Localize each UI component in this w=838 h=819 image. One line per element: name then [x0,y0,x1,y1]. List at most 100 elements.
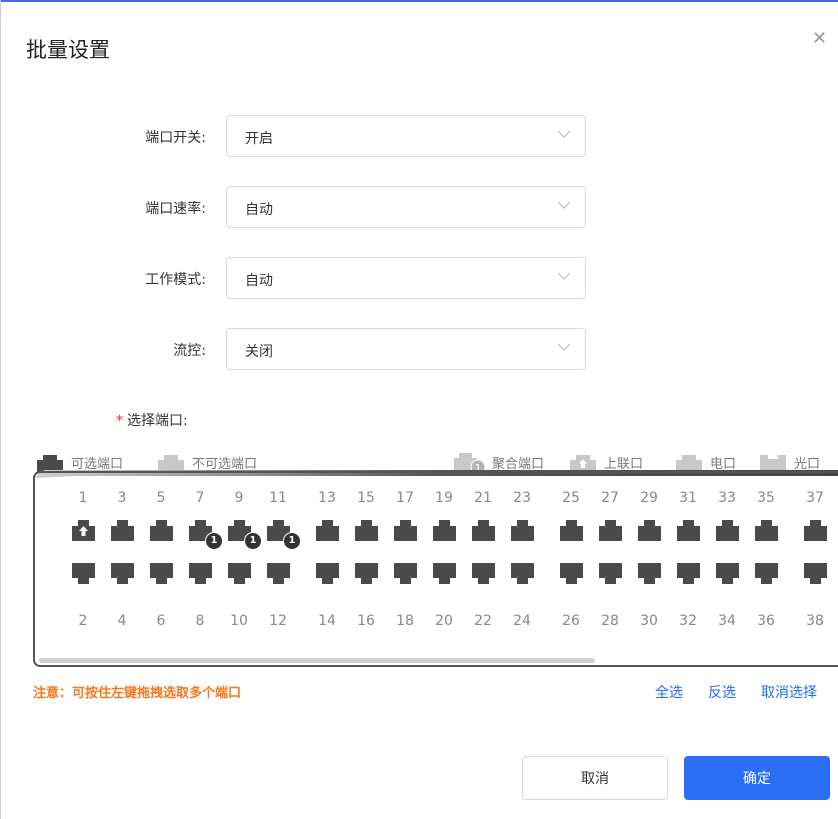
close-icon[interactable]: ✕ [812,30,827,48]
port-number-16: 16 [357,613,375,629]
port-number-8: 8 [195,613,205,629]
port-number-4: 4 [117,613,127,629]
port-number-5: 5 [156,490,166,506]
unselectable-port-icon [158,455,184,472]
switch-panel[interactable]: 1 3 5 7 1 9 1 11 1 13 15 17 19 21 23 25 27 29 31 33 35 37 2 4 6 8… [33,470,838,670]
port-number-27: 27 [601,490,619,506]
port-36[interactable] [755,563,778,586]
optical-port-icon [760,455,786,472]
port-switch-label: 端口开关: [145,130,206,146]
port-number-30: 30 [640,613,658,629]
port-number-38: 38 [806,613,824,629]
port-speed-select[interactable]: 自动 [226,186,586,228]
port-31[interactable] [677,518,700,541]
port-30[interactable] [638,563,661,586]
port-23[interactable] [511,518,534,541]
flow-control-select[interactable]: 关闭 [226,328,586,370]
form-row-flow-control: 流控: 关闭 [0,328,838,372]
port-22[interactable] [472,563,495,586]
chevron-down-icon [557,272,571,280]
port-number-15: 15 [357,490,375,506]
port-3[interactable] [111,518,134,541]
port-37[interactable] [804,518,827,541]
port-17[interactable] [394,518,417,541]
drag-hint: 注意：可按住左键拖拽选取多个端口 [33,686,242,701]
port-number-2: 2 [78,613,88,629]
port-number-28: 28 [601,613,619,629]
port-15[interactable] [355,518,378,541]
port-number-17: 17 [396,490,414,506]
port-19[interactable] [433,518,456,541]
port-number-37: 37 [806,490,824,506]
select-port-label: * 选择端口: [116,413,188,429]
port-number-9: 9 [234,490,244,506]
selectable-port-icon [37,455,63,472]
port-8[interactable] [189,563,212,586]
port-number-23: 23 [513,490,531,506]
confirm-button[interactable]: 确定 [684,756,830,800]
form-row-port-speed: 端口速率: 自动 [0,186,838,230]
select-all-link[interactable]: 全选 [655,682,683,702]
port-number-13: 13 [318,490,336,506]
port-35[interactable] [755,518,778,541]
port-speed-label: 端口速率: [145,201,206,217]
port-speed-value: 自动 [245,202,273,218]
port-number-32: 32 [679,613,697,629]
port-2[interactable] [72,563,95,586]
electrical-port-icon [676,455,702,472]
deselect-link[interactable]: 取消选择 [761,682,817,702]
port-number-31: 31 [679,490,697,506]
chevron-down-icon [557,343,571,351]
port-33[interactable] [716,518,739,541]
port-34[interactable] [716,563,739,586]
port-switch-select[interactable]: 开启 [226,115,586,157]
port-12[interactable] [267,563,290,586]
window-top-edge [0,0,838,2]
port-switch-value: 开启 [245,131,273,147]
port-number-34: 34 [718,613,736,629]
port-14[interactable] [316,563,339,586]
port-number-10: 10 [230,613,248,629]
port-4[interactable] [111,563,134,586]
port-1[interactable] [72,518,95,541]
port-32[interactable] [677,563,700,586]
uplink-port-icon [570,455,596,472]
cancel-button[interactable]: 取消 [522,756,668,800]
port-38[interactable] [804,563,827,586]
port-29[interactable] [638,518,661,541]
required-mark: * [116,413,123,429]
port-16[interactable] [355,563,378,586]
invert-selection-link[interactable]: 反选 [708,682,736,702]
port-25[interactable] [560,518,583,541]
port-number-3: 3 [117,490,127,506]
port-number-19: 19 [435,490,453,506]
port-27[interactable] [599,518,622,541]
port-number-35: 35 [757,490,775,506]
port-number-36: 36 [757,613,775,629]
port-13[interactable] [316,518,339,541]
dialog-title: 批量设置 [26,38,110,62]
port-24[interactable] [511,563,534,586]
port-20[interactable] [433,563,456,586]
work-mode-select[interactable]: 自动 [226,257,586,299]
port-number-26: 26 [562,613,580,629]
chevron-down-icon [557,201,571,209]
port-18[interactable] [394,563,417,586]
port-5[interactable] [150,518,173,541]
form-row-work-mode: 工作模式: 自动 [0,257,838,301]
port-28[interactable] [599,563,622,586]
work-mode-label: 工作模式: [145,272,206,288]
port-number-24: 24 [513,613,531,629]
form-row-port-switch: 端口开关: 开启 [0,115,838,159]
port-21[interactable] [472,518,495,541]
flow-control-label: 流控: [173,343,206,359]
aggregate-badge: 1 [283,532,301,550]
port-26[interactable] [560,563,583,586]
port-6[interactable] [150,563,173,586]
flow-control-value: 关闭 [245,344,273,360]
port-number-18: 18 [396,613,414,629]
port-number-6: 6 [156,613,166,629]
port-10[interactable] [228,563,251,586]
scrollbar-thumb[interactable] [39,658,595,663]
port-number-11: 11 [269,490,287,506]
